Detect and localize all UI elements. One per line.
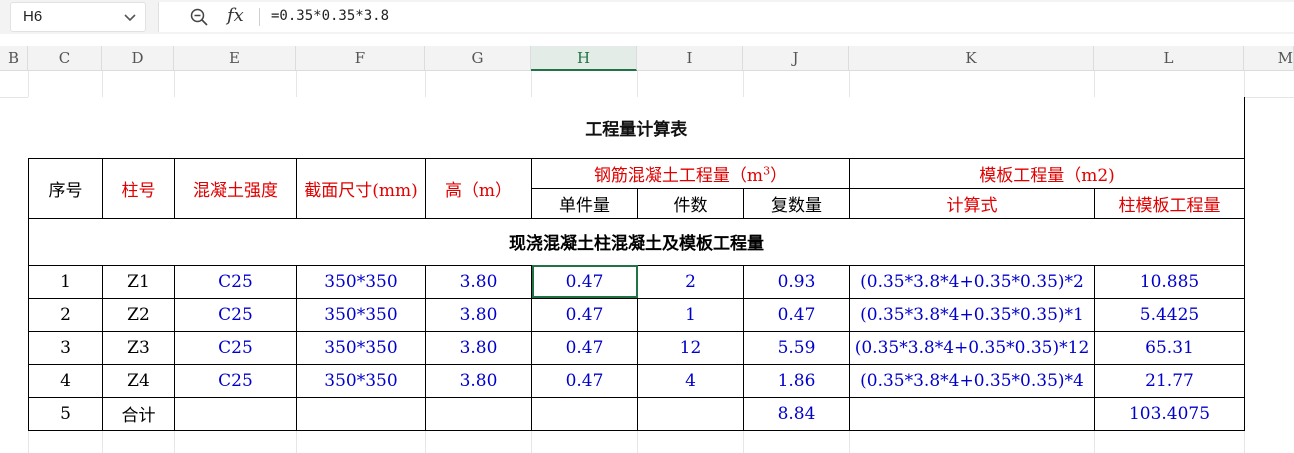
cell-unit-qty[interactable]: 0.47 — [531, 297, 638, 332]
cell-strength[interactable]: C25 — [174, 297, 297, 332]
cell-section-size[interactable]: 350*350 — [296, 264, 426, 299]
cell-strength[interactable]: C25 — [174, 264, 297, 299]
header-formula[interactable]: 计算式 — [849, 187, 1095, 219]
column-header-e[interactable]: E — [174, 46, 296, 71]
cell-column-no[interactable]: Z1 — [102, 264, 175, 299]
function-fx-icon[interactable]: fx — [227, 5, 244, 26]
cell-count[interactable]: 1 — [637, 297, 744, 332]
cell-formwork-qty[interactable]: 65.31 — [1094, 330, 1245, 365]
cell-section-size[interactable]: 350*350 — [296, 363, 426, 398]
cell-seq[interactable]: 1 — [28, 264, 103, 299]
header-rc-superscript: 3 — [763, 163, 771, 177]
header-rc-quantity[interactable]: 钢筋混凝土工程量（m3） — [531, 157, 850, 189]
column-header-l[interactable]: L — [1094, 46, 1244, 71]
cell-total-qty[interactable]: 0.93 — [743, 264, 850, 299]
cell-formwork-qty[interactable]: 5.4425 — [1094, 297, 1245, 332]
cell-formula[interactable]: (0.35*3.8*4+0.35*0.35)*12 — [849, 330, 1095, 365]
cell-empty[interactable] — [296, 396, 426, 431]
column-header-h[interactable]: H — [531, 46, 637, 71]
cell-formwork-qty[interactable]: 10.885 — [1094, 264, 1245, 299]
table-row: 1 Z1 C25 350*350 3.80 0.47 2 0.93 (0.35*… — [28, 264, 1245, 299]
column-header-b[interactable]: B — [0, 46, 28, 71]
column-header-k[interactable]: K — [849, 46, 1094, 71]
formula-bar: H6 fx =0.35*0.35*3.8 — [0, 0, 1294, 34]
column-header-m[interactable]: M — [1244, 46, 1294, 71]
quantity-table: 工程量计算表 序号 柱号 混凝土强度 截面尺寸(mm) 高（m） 钢筋混凝土工程… — [28, 97, 1245, 431]
cell-empty[interactable] — [637, 396, 744, 431]
cell-grand-total-qty[interactable]: 8.84 — [743, 396, 850, 431]
column-header-g[interactable]: G — [425, 46, 531, 71]
header-column-no[interactable]: 柱号 — [102, 157, 175, 219]
cell-reference: H6 — [23, 8, 43, 25]
cell-height[interactable]: 3.80 — [425, 330, 532, 365]
cell-column-no[interactable]: Z3 — [102, 330, 175, 365]
header-seq[interactable]: 序号 — [28, 157, 103, 219]
cell-strength[interactable]: C25 — [174, 363, 297, 398]
cell-empty[interactable] — [425, 396, 532, 431]
cell-empty[interactable] — [849, 396, 1095, 431]
section-title[interactable]: 现浇混凝土柱混凝土及模板工程量 — [28, 217, 1245, 266]
formula-area: fx =0.35*0.35*3.8 — [158, 2, 1294, 32]
cell-total-qty[interactable]: 5.59 — [743, 330, 850, 365]
cell-total-qty[interactable]: 0.47 — [743, 297, 850, 332]
cell-formula[interactable]: (0.35*3.8*4+0.35*0.35)*4 — [849, 363, 1095, 398]
cell-empty[interactable] — [174, 396, 297, 431]
chevron-down-icon[interactable] — [121, 8, 139, 26]
header-total-qty[interactable]: 复数量 — [743, 187, 850, 219]
cell-grand-total-formwork[interactable]: 103.4075 — [1094, 396, 1245, 431]
cell-total-label[interactable]: 合计 — [102, 396, 175, 431]
column-header-c[interactable]: C — [28, 46, 102, 71]
zoom-out-icon[interactable] — [189, 7, 209, 27]
cell-formwork-qty[interactable]: 21.77 — [1094, 363, 1245, 398]
cell-section-size[interactable]: 350*350 — [296, 297, 426, 332]
table-row: 3 Z3 C25 350*350 3.80 0.47 12 5.59 (0.35… — [28, 330, 1245, 365]
cell-unit-qty[interactable]: 0.47 — [531, 363, 638, 398]
column-header-f[interactable]: F — [296, 46, 425, 71]
cell-count[interactable]: 12 — [637, 330, 744, 365]
cell-unit-qty-selected[interactable]: 0.47 — [531, 264, 638, 299]
header-formwork-quantity[interactable]: 模板工程量（m2) — [849, 157, 1245, 189]
cell-seq[interactable]: 2 — [28, 297, 103, 332]
header-column-formwork[interactable]: 柱模板工程量 — [1094, 187, 1245, 219]
header-unit-qty[interactable]: 单件量 — [531, 187, 638, 219]
header-height[interactable]: 高（m） — [425, 157, 532, 219]
cell-unit-qty[interactable]: 0.47 — [531, 330, 638, 365]
header-count[interactable]: 件数 — [637, 187, 744, 219]
column-header-i[interactable]: I — [637, 46, 743, 71]
cell-column-no[interactable]: Z4 — [102, 363, 175, 398]
cell-formula[interactable]: (0.35*3.8*4+0.35*0.35)*1 — [849, 297, 1095, 332]
cell-height[interactable]: 3.80 — [425, 264, 532, 299]
sheet-title[interactable]: 工程量计算表 — [28, 97, 1245, 159]
cell-height[interactable]: 3.80 — [425, 297, 532, 332]
name-box[interactable]: H6 — [10, 2, 146, 32]
total-row: 5 合计 8.84 103.4075 — [28, 396, 1245, 431]
cell-count[interactable]: 2 — [637, 264, 744, 299]
table-row: 4 Z4 C25 350*350 3.80 0.47 4 1.86 (0.35*… — [28, 363, 1245, 398]
header-section-size[interactable]: 截面尺寸(mm) — [296, 157, 426, 219]
cell-seq[interactable]: 4 — [28, 363, 103, 398]
column-header-j[interactable]: J — [743, 46, 849, 71]
cell-height[interactable]: 3.80 — [425, 363, 532, 398]
cell-count[interactable]: 4 — [637, 363, 744, 398]
header-gap — [0, 34, 1294, 46]
formula-separator — [259, 8, 260, 26]
header-rc-quantity-label: 钢筋混凝土工程量（m — [593, 165, 764, 186]
column-header-d[interactable]: D — [102, 46, 174, 71]
cell-section-size[interactable]: 350*350 — [296, 330, 426, 365]
cell-seq[interactable]: 3 — [28, 330, 103, 365]
cell-empty[interactable] — [531, 396, 638, 431]
cell-column-no[interactable]: Z2 — [102, 297, 175, 332]
cell-total-qty[interactable]: 1.86 — [743, 363, 850, 398]
table-row: 2 Z2 C25 350*350 3.80 0.47 1 0.47 (0.35*… — [28, 297, 1245, 332]
header-rc-close: ） — [770, 165, 788, 186]
cell-formula[interactable]: (0.35*3.8*4+0.35*0.35)*2 — [849, 264, 1095, 299]
cell-seq[interactable]: 5 — [28, 396, 103, 431]
formula-input[interactable]: =0.35*0.35*3.8 — [271, 8, 389, 24]
cell-strength[interactable]: C25 — [174, 330, 297, 365]
header-strength[interactable]: 混凝土强度 — [174, 157, 297, 219]
